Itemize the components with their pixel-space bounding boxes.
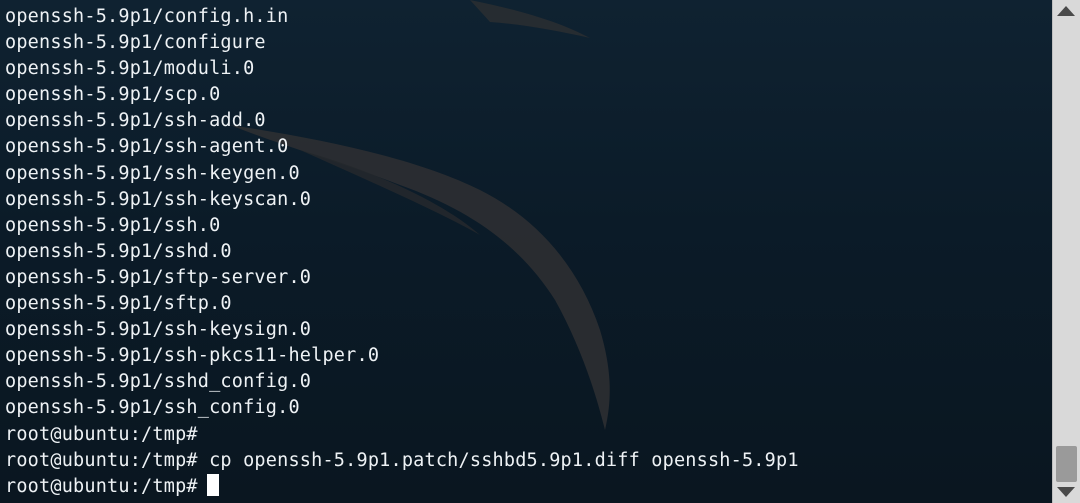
output-line: openssh-5.9p1/ssh.0	[5, 214, 221, 236]
command-line: root@ubuntu:/tmp# cp openssh-5.9p1.patch…	[5, 449, 799, 471]
output-line: openssh-5.9p1/sshd.0	[5, 240, 232, 262]
output-line: openssh-5.9p1/config.h.in	[5, 6, 289, 27]
terminal-window[interactable]: openssh-5.9p1/config.h.in openssh-5.9p1/…	[0, 0, 1080, 503]
output-line: openssh-5.9p1/ssh-pkcs11-helper.0	[5, 345, 380, 367]
scroll-down-arrow-icon[interactable]	[1057, 487, 1075, 497]
output-line: openssh-5.9p1/ssh-agent.0	[5, 136, 289, 158]
vertical-scrollbar[interactable]	[1052, 0, 1080, 503]
scroll-up-arrow-icon[interactable]	[1057, 6, 1075, 16]
terminal-output[interactable]: openssh-5.9p1/config.h.in openssh-5.9p1/…	[0, 0, 1048, 503]
output-line: openssh-5.9p1/sshd_config.0	[5, 371, 312, 393]
prompt-line: root@ubuntu:/tmp#	[5, 423, 198, 445]
text-cursor	[206, 473, 219, 496]
output-line: openssh-5.9p1/ssh-keygen.0	[5, 162, 300, 184]
output-line: openssh-5.9p1/sftp-server.0	[5, 266, 312, 288]
active-prompt-line[interactable]: root@ubuntu:/tmp#	[5, 473, 1048, 500]
output-line: openssh-5.9p1/ssh-add.0	[5, 110, 266, 132]
output-line: openssh-5.9p1/moduli.0	[5, 58, 255, 80]
scrollbar-thumb[interactable]	[1056, 446, 1077, 482]
output-line: openssh-5.9p1/ssh-keysign.0	[5, 319, 312, 341]
output-line: openssh-5.9p1/sftp.0	[5, 293, 232, 315]
output-line: openssh-5.9p1/scp.0	[5, 84, 221, 106]
output-line: openssh-5.9p1/configure	[5, 32, 266, 54]
prompt: root@ubuntu:/tmp#	[5, 475, 198, 497]
output-line: openssh-5.9p1/ssh-keyscan.0	[5, 188, 312, 210]
output-line: openssh-5.9p1/ssh_config.0	[5, 397, 300, 419]
